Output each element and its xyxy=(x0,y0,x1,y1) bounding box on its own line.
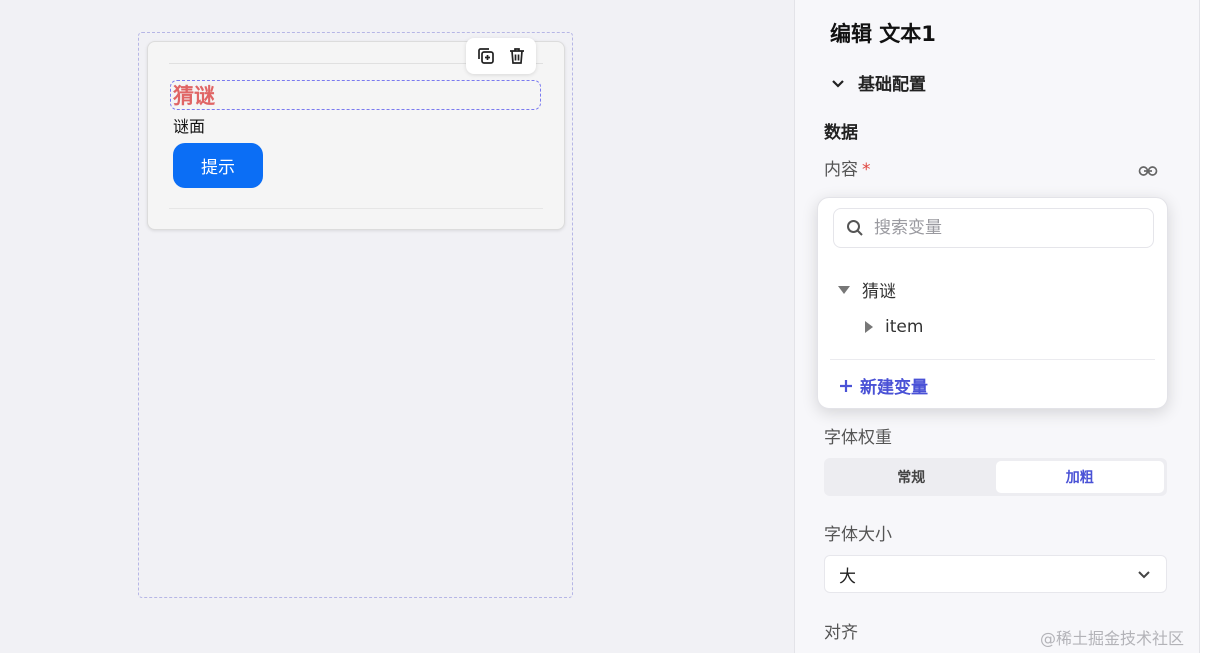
plus-icon xyxy=(840,379,852,392)
required-mark: * xyxy=(862,160,871,180)
font-weight-segmented: 常规 加粗 xyxy=(824,458,1167,496)
font-weight-bold[interactable]: 加粗 xyxy=(995,461,1164,493)
font-weight-label: 字体权重 xyxy=(824,428,892,448)
font-weight-regular[interactable]: 常规 xyxy=(827,461,996,493)
chevron-down-icon xyxy=(832,79,844,88)
variable-search-box[interactable] xyxy=(833,208,1154,248)
selected-text-outline[interactable] xyxy=(170,80,541,110)
chevron-down-icon xyxy=(1138,571,1150,579)
component-toolbar xyxy=(466,38,536,74)
panel-title: 编辑 文本1 xyxy=(830,22,936,46)
caret-down-icon xyxy=(838,285,850,294)
new-variable-label: 新建变量 xyxy=(860,378,928,398)
content-label: 内容 * xyxy=(824,155,871,180)
trash-icon xyxy=(509,48,524,64)
hint-button[interactable]: 提示 xyxy=(173,143,263,188)
tree-item-riddle[interactable]: 猜谜 xyxy=(838,277,896,302)
link-icon xyxy=(1138,166,1158,176)
riddle-face-text[interactable]: 谜面 xyxy=(173,116,205,138)
panel-edge xyxy=(1199,0,1207,653)
variable-picker-popover: 猜谜 item 新建变量 xyxy=(817,197,1168,409)
bind-variable-button[interactable] xyxy=(1138,163,1158,179)
group-title-data: 数据 xyxy=(824,123,858,143)
tree-item-label: item xyxy=(885,317,924,337)
caret-right-icon xyxy=(865,321,873,333)
section-toggle-basic[interactable]: 基础配置 xyxy=(830,70,926,95)
align-label: 对齐 xyxy=(824,623,858,643)
popover-divider xyxy=(830,359,1155,360)
search-icon xyxy=(847,220,863,236)
delete-button[interactable] xyxy=(504,43,530,69)
section-label: 基础配置 xyxy=(858,75,926,95)
font-size-value: 大 xyxy=(839,566,856,587)
variable-search-input[interactable] xyxy=(874,218,1124,238)
editor-canvas: 猜谜 谜面 提示 xyxy=(0,0,794,653)
card-divider-bottom xyxy=(169,208,543,209)
duplicate-icon xyxy=(477,48,494,64)
duplicate-button[interactable] xyxy=(473,43,499,69)
new-variable-button[interactable]: 新建变量 xyxy=(838,373,928,398)
font-size-label: 字体大小 xyxy=(824,525,892,545)
riddle-title-text[interactable]: 猜谜 xyxy=(173,82,215,110)
content-label-text: 内容 xyxy=(824,160,858,180)
tree-item-item[interactable]: item xyxy=(865,317,923,337)
tree-item-label: 猜谜 xyxy=(862,282,896,302)
watermark: @稀土掘金技术社区 xyxy=(1040,629,1185,648)
font-size-select[interactable]: 大 xyxy=(824,555,1167,593)
